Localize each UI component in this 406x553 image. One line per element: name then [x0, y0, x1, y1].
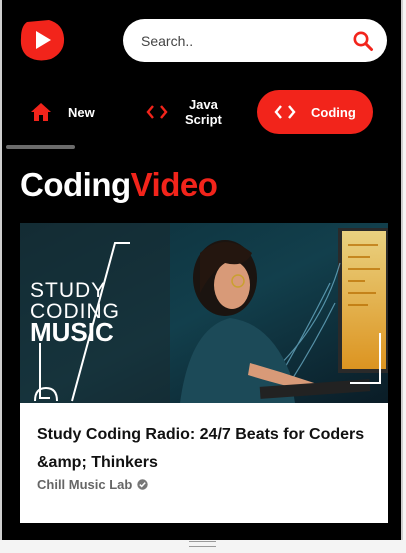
tab-new[interactable]: New: [30, 90, 110, 134]
thumbnail-text: STUDY: [30, 279, 106, 302]
category-tabs: New Java Script Coding: [2, 90, 401, 134]
resize-handle[interactable]: [189, 541, 216, 547]
code-icon: [146, 104, 168, 120]
code-icon: [274, 104, 296, 120]
search-input[interactable]: [141, 32, 321, 49]
tab-label: Coding: [311, 104, 356, 120]
thumbnail-text: MUSIC: [30, 317, 114, 347]
home-icon: [30, 102, 52, 122]
tab-javascript[interactable]: Java Script: [146, 90, 236, 134]
youtube-logo-icon[interactable]: [19, 18, 65, 62]
page-title: CodingVideo: [20, 166, 218, 203]
channel-name: Chill Music Lab: [37, 477, 133, 492]
tabs-scrollbar[interactable]: [6, 145, 75, 149]
search-icon[interactable]: [352, 30, 374, 52]
tab-label: New: [68, 104, 95, 120]
verified-badge-icon: [137, 479, 149, 490]
video-card[interactable]: STUDY CODING MUSIC Study Coding Radio: 2…: [20, 223, 388, 523]
tab-label: Java Script: [185, 97, 222, 127]
channel-info[interactable]: Chill Music Lab: [37, 477, 149, 492]
video-thumbnail[interactable]: STUDY CODING MUSIC: [20, 223, 388, 403]
tab-coding[interactable]: Coding: [257, 90, 373, 134]
search-bar: [123, 19, 387, 62]
video-title[interactable]: Study Coding Radio: 24/7 Beats for Coder…: [37, 421, 377, 477]
app-frame: New Java Script Coding: [0, 0, 403, 540]
